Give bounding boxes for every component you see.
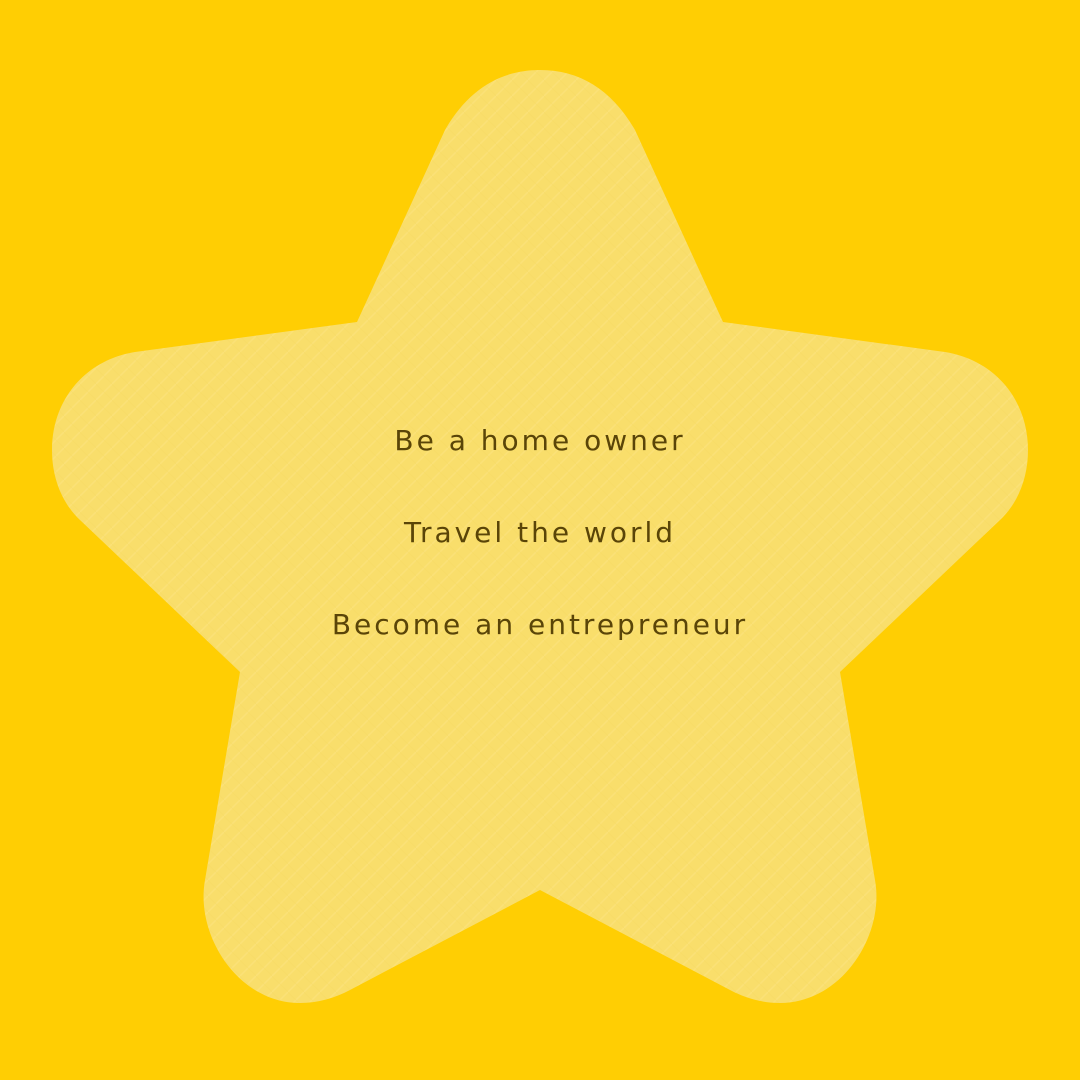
goal-home-owner: Be a home owner <box>394 424 686 457</box>
goal-entrepreneur: Become an entrepreneur <box>331 608 749 641</box>
poster-canvas: Be a home owner Travel the world Become … <box>0 0 1080 1080</box>
goal-travel-world: Travel the world <box>403 516 677 549</box>
